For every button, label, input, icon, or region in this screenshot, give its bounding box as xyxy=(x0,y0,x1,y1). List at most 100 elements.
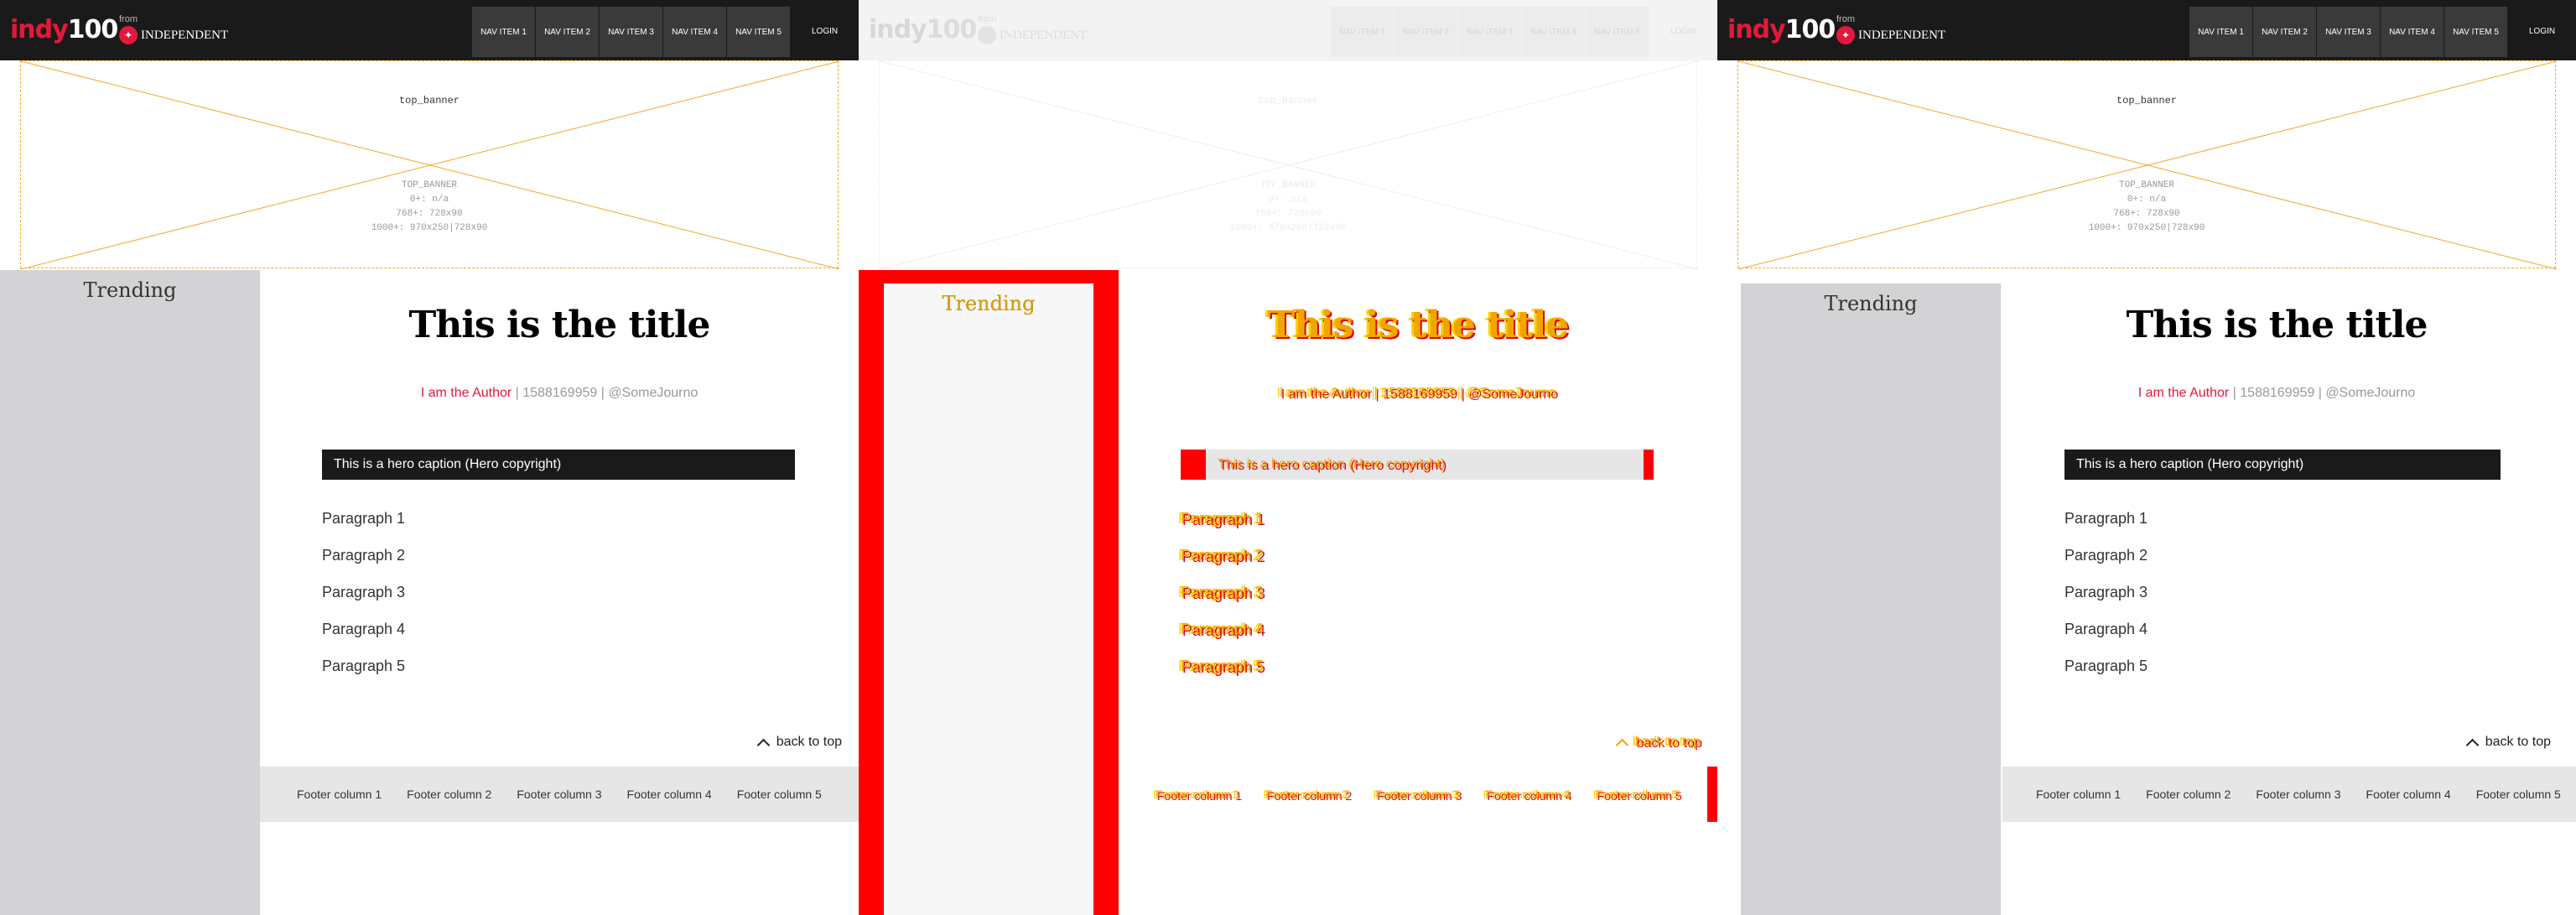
back-to-top-label: back to top xyxy=(2485,735,2551,749)
trending-sidebar: Trending xyxy=(859,270,1119,915)
nav-item-1[interactable]: NAV ITEM 1 xyxy=(1331,7,1394,57)
nav-item-2[interactable]: NAV ITEM 2 xyxy=(2253,7,2316,57)
footer-column-4[interactable]: Footer column 4 xyxy=(627,788,712,801)
banner-cross-graphic xyxy=(880,61,1698,269)
paragraph: Paragraph 4 xyxy=(322,621,406,637)
indy100-logo[interactable]: indy100 xyxy=(10,15,118,44)
author-link[interactable]: I am the Author xyxy=(1280,386,1371,400)
independent-logo[interactable]: ✦ INDEPENDENT xyxy=(978,26,1087,44)
indy100-logo[interactable]: indy100 xyxy=(869,15,977,44)
footer-column-2[interactable]: Footer column 2 xyxy=(407,788,491,801)
back-to-top-link[interactable]: back to top xyxy=(756,735,842,751)
footer-column-3[interactable]: Footer column 3 xyxy=(517,788,601,801)
footer-column-4[interactable]: Footer column 4 xyxy=(2366,788,2451,801)
main-nav: NAV ITEM 1 NAV ITEM 2 NAV ITEM 3 NAV ITE… xyxy=(1331,7,1649,57)
nav-item-1[interactable]: NAV ITEM 1 xyxy=(2189,7,2252,57)
nav-item-4[interactable]: NAV ITEM 4 xyxy=(1522,7,1585,57)
paragraph: Paragraph 1 xyxy=(2064,510,2148,527)
author-link[interactable]: I am the Author xyxy=(421,386,512,400)
footer-column-1[interactable]: Footer column 1 xyxy=(1156,788,1240,801)
footer-column-4[interactable]: Footer column 4 xyxy=(1486,788,1571,801)
nav-item-3[interactable]: NAV ITEM 3 xyxy=(2317,7,2380,57)
banner-spec-line: TOP_BANNER xyxy=(2118,180,2174,190)
article-timestamp: 1588169959 xyxy=(522,386,598,400)
paragraph: Paragraph 3 xyxy=(1181,584,1265,600)
paragraph: Paragraph 5 xyxy=(322,658,406,674)
site-header: indy100 from ✦ INDEPENDENT NAV ITEM 1 NA… xyxy=(1717,0,2576,60)
nav-item-3[interactable]: NAV ITEM 3 xyxy=(1458,7,1521,57)
footer-column-3[interactable]: Footer column 3 xyxy=(1375,788,1460,801)
banner-spec-line: 768+: 728x90 xyxy=(396,209,463,219)
byline-separator: | xyxy=(597,386,609,400)
nav-item-2[interactable]: NAV ITEM 2 xyxy=(1394,7,1457,57)
byline-separator: | xyxy=(1456,386,1467,400)
author-handle-link[interactable]: @SomeJourno xyxy=(608,386,698,400)
byline-separator: | xyxy=(512,386,523,400)
banner-label: top_banner xyxy=(398,95,460,107)
independent-logo[interactable]: ✦ INDEPENDENT xyxy=(119,26,228,44)
trending-heading: Trending xyxy=(1824,292,1918,315)
footer-column-5[interactable]: Footer column 5 xyxy=(2476,788,2561,801)
chevron-up-icon xyxy=(2465,738,2479,751)
paragraph: Paragraph 2 xyxy=(2064,547,2148,564)
author-handle-link[interactable]: @SomeJourno xyxy=(2325,386,2415,400)
paragraph: Paragraph 1 xyxy=(322,510,406,527)
footer-column-3[interactable]: Footer column 3 xyxy=(2256,788,2340,801)
banner-spec-line: 1000+: 970x250|728x90 xyxy=(371,223,488,233)
byline-separator: | xyxy=(2314,386,2326,400)
footer-column-1[interactable]: Footer column 1 xyxy=(2036,788,2121,801)
banner-spec-line: 768+: 728x90 xyxy=(2113,209,2180,219)
nav-item-4[interactable]: NAV ITEM 4 xyxy=(2381,7,2444,57)
nav-item-3[interactable]: NAV ITEM 3 xyxy=(600,7,662,57)
paragraph: Paragraph 2 xyxy=(1181,547,1265,564)
banner-spec: TOP_BANNER 0+: n/a 768+: 728x90 1000+: 9… xyxy=(1738,179,2555,236)
paragraph: Paragraph 2 xyxy=(322,547,406,564)
paragraph: Paragraph 4 xyxy=(2064,621,2148,637)
trending-heading: Trending xyxy=(83,278,177,302)
paragraph: Paragraph 3 xyxy=(2064,584,2148,600)
article-byline: I am the Author | 1588169959 | @SomeJour… xyxy=(260,386,859,401)
byline-separator: | xyxy=(2229,386,2241,400)
nav-item-5[interactable]: NAV ITEM 5 xyxy=(1586,7,1649,57)
nav-item-1[interactable]: NAV ITEM 1 xyxy=(472,7,535,57)
footer-column-1[interactable]: Footer column 1 xyxy=(297,788,382,801)
byline-separator: | xyxy=(1370,386,1382,400)
article-timestamp: 1588169959 xyxy=(2240,386,2315,400)
site-footer: Footer column 1 Footer column 2 Footer c… xyxy=(1119,767,1717,822)
back-to-top-label: back to top xyxy=(1634,735,1701,749)
banner-spec-line: 0+: n/a xyxy=(409,195,449,205)
banner-label: top_banner xyxy=(2116,95,2177,107)
article-title: This is the title xyxy=(2126,304,2428,346)
site-footer: Footer column 1 Footer column 2 Footer c… xyxy=(2002,767,2576,822)
nav-item-5[interactable]: NAV ITEM 5 xyxy=(2444,7,2507,57)
paragraph: Paragraph 4 xyxy=(1181,621,1265,637)
nav-item-5[interactable]: NAV ITEM 5 xyxy=(727,7,790,57)
author-handle-link[interactable]: @SomeJourno xyxy=(1467,386,1556,400)
banner-spec-line: 1000+: 970x250|728x90 xyxy=(1229,223,1347,233)
top-banner-placeholder: top_banner TOP_BANNER 0+: n/a 768+: 728x… xyxy=(879,60,1698,269)
independent-logo[interactable]: ✦ INDEPENDENT xyxy=(1836,26,1945,44)
author-link[interactable]: I am the Author xyxy=(2138,386,2230,400)
footer-column-2[interactable]: Footer column 2 xyxy=(2146,788,2231,801)
indy100-logo[interactable]: indy100 xyxy=(1727,15,1836,44)
from-label: from xyxy=(1836,14,1855,24)
banner-spec-line: 1000+: 970x250|728x90 xyxy=(2088,223,2205,233)
banner-spec: TOP_BANNER 0+: n/a 768+: 728x90 1000+: 9… xyxy=(21,179,838,236)
site-footer: Footer column 1 Footer column 2 Footer c… xyxy=(260,767,859,822)
article-body: Paragraph 1 Paragraph 2 Paragraph 3 Para… xyxy=(322,510,405,694)
nav-item-2[interactable]: NAV ITEM 2 xyxy=(536,7,599,57)
article-body: Paragraph 1 Paragraph 2 Paragraph 3 Para… xyxy=(1181,510,1264,694)
nav-item-4[interactable]: NAV ITEM 4 xyxy=(663,7,726,57)
login-link[interactable]: LOGIN xyxy=(1670,27,1696,36)
login-link[interactable]: LOGIN xyxy=(812,27,838,36)
footer-column-5[interactable]: Footer column 5 xyxy=(737,788,822,801)
footer-column-5[interactable]: Footer column 5 xyxy=(1596,788,1680,801)
back-to-top-link[interactable]: back to top xyxy=(1615,735,1701,751)
login-link[interactable]: LOGIN xyxy=(2529,27,2555,36)
footer-column-2[interactable]: Footer column 2 xyxy=(1265,788,1350,801)
trending-sidebar: Trending xyxy=(1741,283,2001,915)
banner-spec-line: 0+: n/a xyxy=(2127,195,2167,205)
back-to-top-link[interactable]: back to top xyxy=(2465,735,2551,751)
paragraph: Paragraph 1 xyxy=(1181,510,1265,527)
from-label: from xyxy=(978,14,996,24)
